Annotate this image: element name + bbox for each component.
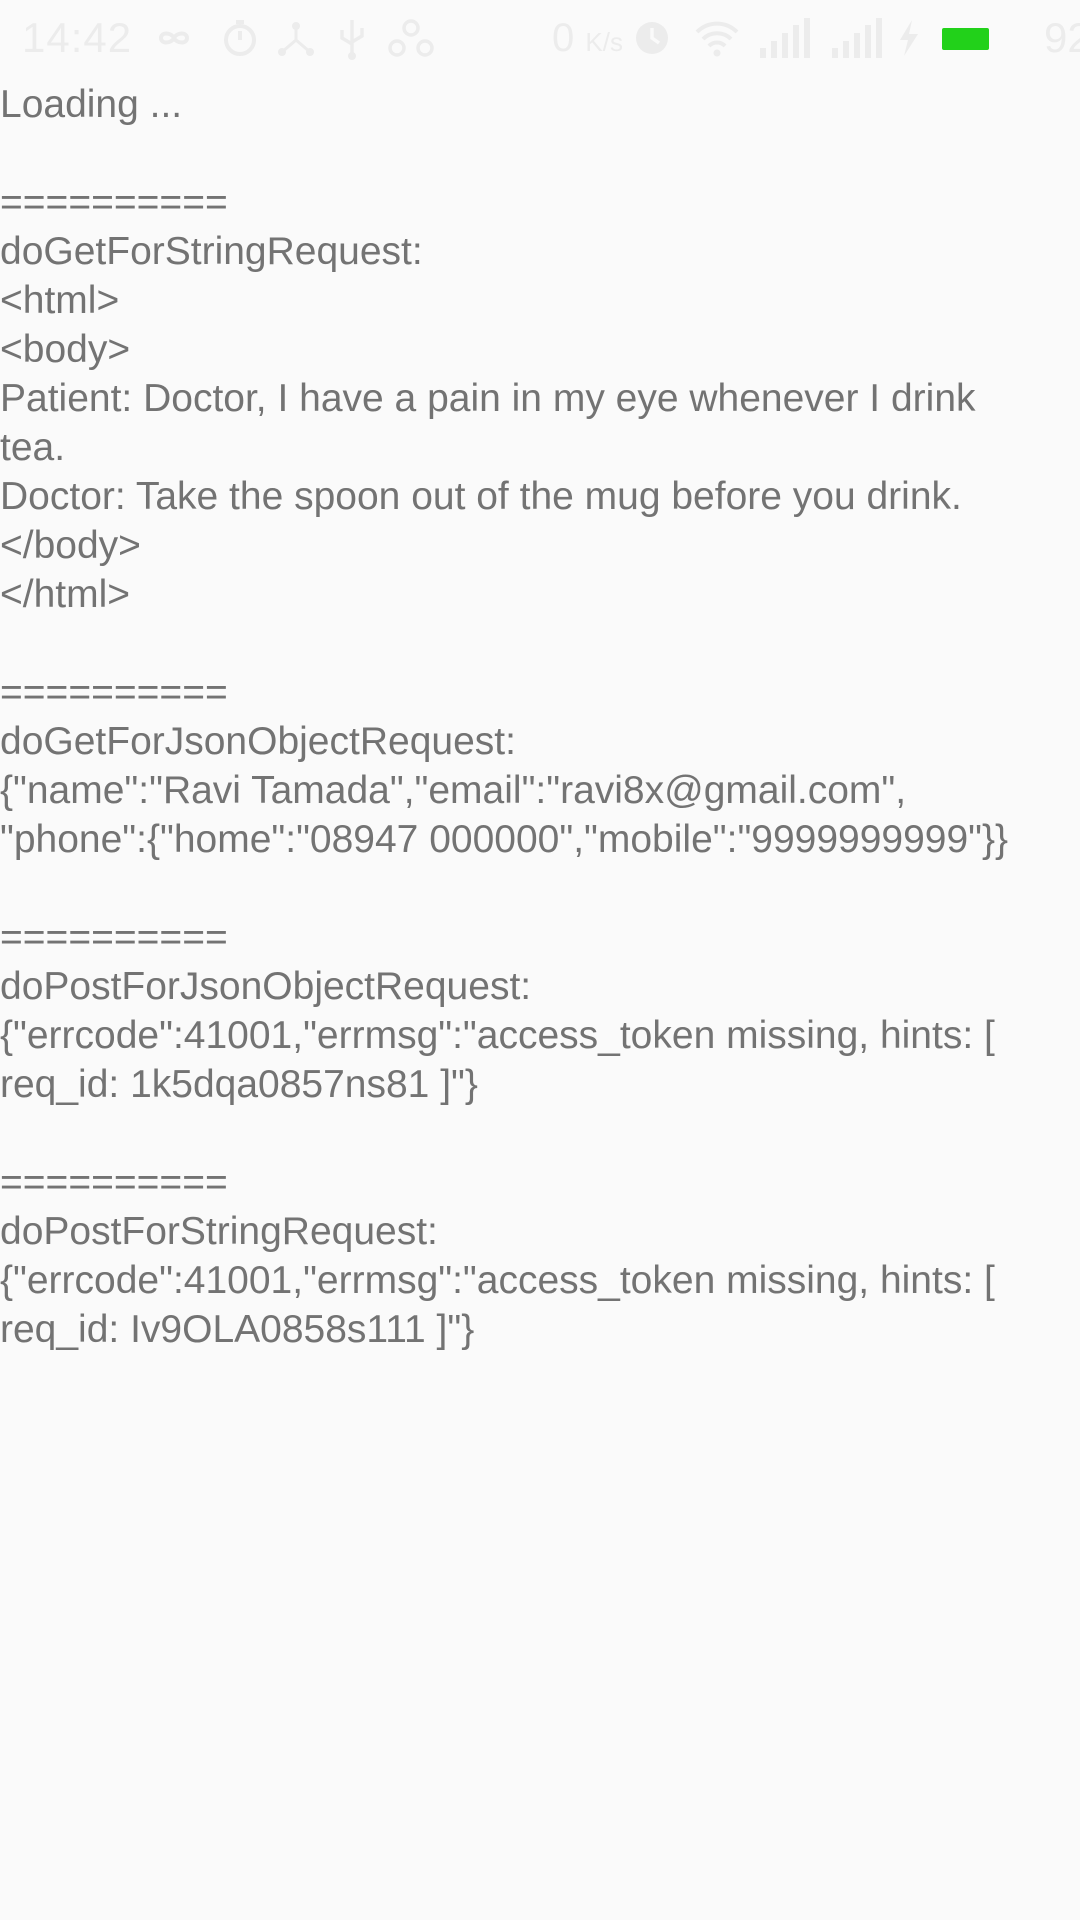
log-line: doPostForStringRequest: xyxy=(0,1210,438,1253)
battery-icon xyxy=(942,28,994,50)
log-line: {"errcode":41001,"errmsg":"access_token … xyxy=(0,1259,995,1302)
log-line: ========== xyxy=(0,181,228,224)
network-speed-unit: K/s xyxy=(585,27,623,57)
charging-icon xyxy=(896,18,922,60)
infinity-icon xyxy=(148,18,200,60)
network-speed: 0 K/s xyxy=(552,14,623,66)
log-line: <html> xyxy=(0,279,120,322)
wifi-icon xyxy=(694,18,740,60)
signal-icon xyxy=(830,18,884,60)
network-speed-value: 0 xyxy=(552,16,575,60)
log-blank-line xyxy=(0,864,1080,913)
log-line: req_id: Iv9OLA0858s111 ]"} xyxy=(0,1308,475,1351)
log-line: {"name":"Ravi Tamada","email":"ravi8x@gm… xyxy=(0,769,907,812)
log-line: {"errcode":41001,"errmsg":"access_token … xyxy=(0,1014,995,1057)
alarm-icon xyxy=(632,18,672,60)
timer-icon xyxy=(220,18,260,60)
log-line: tea. xyxy=(0,426,66,469)
usb-icon xyxy=(334,18,370,60)
log-blank-line xyxy=(0,619,1080,668)
log-line: doGetForJsonObjectRequest: xyxy=(0,720,516,763)
status-time: 14:42 xyxy=(22,14,133,61)
log-blank-line xyxy=(0,129,1080,178)
log-line: req_id: 1k5dqa0857ns81 ]"} xyxy=(0,1063,478,1106)
link-icon xyxy=(386,18,436,60)
log-line: <body> xyxy=(0,328,131,371)
status-bar: 14:42 0 K/s 92 xyxy=(0,0,1080,76)
log-blank-line xyxy=(0,1109,1080,1158)
log-line: "phone":{"home":"08947 000000","mobile":… xyxy=(0,818,1009,861)
log-line: doGetForStringRequest: xyxy=(0,230,423,273)
log-line: doPostForJsonObjectRequest: xyxy=(0,965,532,1008)
log-line: ========== xyxy=(0,916,228,959)
log-line: Patient: Doctor, I have a pain in my eye… xyxy=(0,377,976,420)
response-log: Loading ... ========== doGetForStringReque… xyxy=(0,80,1080,1354)
battery-fill xyxy=(942,28,989,50)
log-line: Loading ... xyxy=(0,83,183,126)
battery-level: 92 xyxy=(1044,14,1080,61)
log-line: ========== xyxy=(0,1161,228,1204)
log-line: ========== xyxy=(0,671,228,714)
signal-4g-icon xyxy=(758,18,812,60)
log-line: </html> xyxy=(0,573,131,616)
share-icon xyxy=(276,18,316,60)
log-line: Doctor: Take the spoon out of the mug be… xyxy=(0,475,962,518)
log-line: </body> xyxy=(0,524,141,567)
